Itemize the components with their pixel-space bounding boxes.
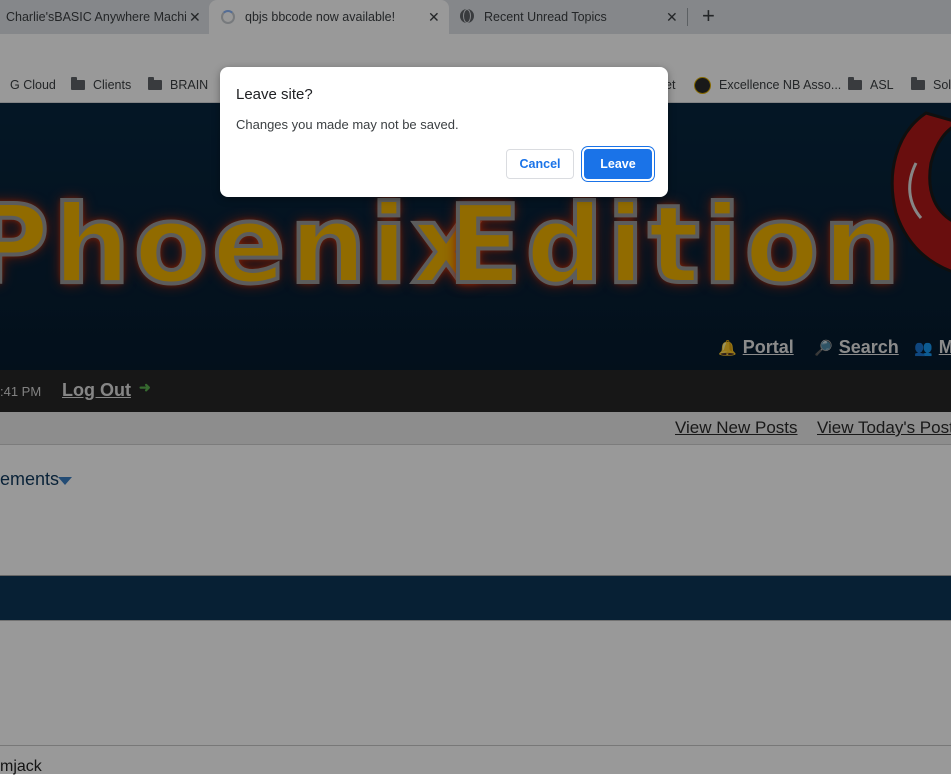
dialog-title: Leave site?: [236, 86, 313, 103]
leave-button[interactable]: Leave: [584, 149, 652, 179]
cancel-button[interactable]: Cancel: [506, 149, 574, 179]
dialog-message: Changes you made may not be saved.: [236, 117, 459, 132]
leave-site-dialog: Leave site? Changes you made may not be …: [220, 67, 668, 197]
